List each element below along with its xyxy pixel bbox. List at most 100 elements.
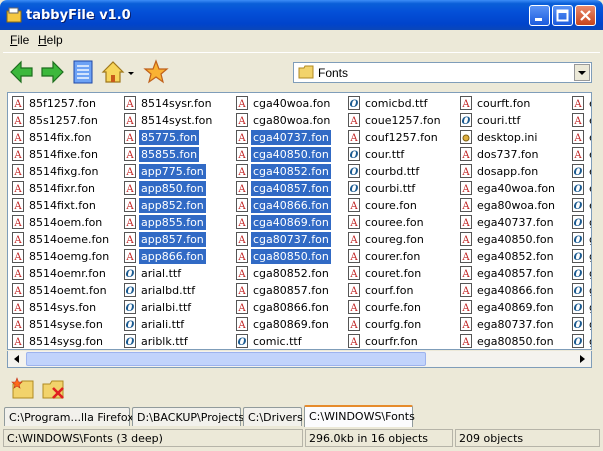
list-item[interactable]: Aega40869.fon — [458, 299, 570, 316]
list-item[interactable]: Aapp852.fon — [122, 197, 234, 214]
list-item[interactable]: A 8514fixg.fon — [10, 163, 122, 180]
list-item[interactable]: Aega40866.fon — [458, 282, 570, 299]
list-item[interactable]: Og — [570, 248, 591, 265]
tab-firefox[interactable]: C:\Program...lla Firefox — [4, 407, 134, 426]
list-item[interactable]: Acourfg.fon — [346, 316, 458, 333]
list-item[interactable]: Og — [570, 282, 591, 299]
list-item[interactable]: Ae — [570, 146, 591, 163]
view-list-icon[interactable] — [70, 59, 96, 85]
list-item[interactable]: Acga40857.fon — [234, 180, 346, 197]
list-item[interactable]: Acouf1257.fon — [346, 129, 458, 146]
menu-help[interactable]: Help — [38, 33, 63, 47]
list-item[interactable]: Acourfe.fon — [346, 299, 458, 316]
list-item[interactable]: Acoureg.fon — [346, 231, 458, 248]
list-item[interactable]: Oariblk.ttf — [122, 333, 234, 349]
delete-folder-icon[interactable] — [41, 376, 67, 402]
path-combo[interactable]: Fonts — [293, 62, 592, 83]
list-item[interactable]: Ados737.fon — [458, 146, 570, 163]
list-item[interactable]: Acourfr.fon — [346, 333, 458, 349]
list-item[interactable]: Acga40737.fon — [234, 129, 346, 146]
list-item[interactable]: Acga80woa.fon — [234, 112, 346, 129]
tab-windows-fonts[interactable]: C:\WINDOWS\Fonts — [304, 405, 415, 427]
list-item[interactable]: Aapp857.fon — [122, 231, 234, 248]
list-item[interactable]: A 8514oem.fon — [10, 214, 122, 231]
list-item[interactable]: Og — [570, 333, 591, 349]
menu-file[interactable]: File — [10, 33, 29, 47]
list-item[interactable]: A 8514fix.fon — [10, 129, 122, 146]
list-item[interactable]: Acga80869.fon — [234, 316, 346, 333]
list-item[interactable]: A 85855.fon — [122, 146, 234, 163]
list-item[interactable]: Oe — [570, 163, 591, 180]
list-item[interactable]: Ocomicbd.ttf — [346, 95, 458, 112]
list-item[interactable]: A 8514oemr.fon — [10, 265, 122, 282]
list-item[interactable]: A 8514sysr.fon — [122, 95, 234, 112]
scroll-right-icon[interactable] — [574, 351, 590, 367]
list-item[interactable]: A 8514sys.fon — [10, 299, 122, 316]
list-item[interactable]: Acga40852.fon — [234, 163, 346, 180]
list-item[interactable]: A 8514fixr.fon — [10, 180, 122, 197]
list-item[interactable]: Acga80852.fon — [234, 265, 346, 282]
list-item[interactable]: Oarial.ttf — [122, 265, 234, 282]
list-item[interactable]: Aega40737.fon — [458, 214, 570, 231]
close-button[interactable] — [575, 5, 596, 26]
list-item[interactable]: Adosapp.fon — [458, 163, 570, 180]
list-item[interactable]: Og — [570, 299, 591, 316]
list-item[interactable]: Acoue1257.fon — [346, 112, 458, 129]
path-dropdown-button[interactable] — [574, 64, 590, 81]
list-item[interactable]: Ocomic.ttf — [234, 333, 346, 349]
list-item[interactable]: Ocourbd.ttf — [346, 163, 458, 180]
list-item[interactable]: Aega40857.fon — [458, 265, 570, 282]
list-item[interactable]: Og — [570, 265, 591, 282]
chevron-down-icon[interactable] — [126, 59, 136, 85]
list-item[interactable]: Acoure.fon — [346, 197, 458, 214]
scroll-left-icon[interactable] — [9, 351, 25, 367]
new-folder-icon[interactable] — [11, 376, 37, 402]
list-item[interactable]: Acga40woa.fon — [234, 95, 346, 112]
list-item[interactable]: Ocour.ttf — [346, 146, 458, 163]
list-item[interactable]: Acga80866.fon — [234, 299, 346, 316]
list-item[interactable]: Ae — [570, 95, 591, 112]
file-list[interactable]: A 85f1257.fon A 85s1257.fon A 8514fix.fon A 851… — [7, 92, 592, 350]
list-item[interactable]: Aega80850.fon — [458, 333, 570, 349]
list-item[interactable]: Acourer.fon — [346, 248, 458, 265]
list-item[interactable]: Acga80857.fon — [234, 282, 346, 299]
list-item[interactable]: Acouree.fon — [346, 214, 458, 231]
scroll-thumb[interactable] — [26, 352, 426, 366]
list-item[interactable]: Aapp775.fon — [122, 163, 234, 180]
list-item[interactable]: Oe — [570, 197, 591, 214]
tab-drivers[interactable]: C:\Drivers — [243, 407, 303, 426]
forward-arrow-icon[interactable] — [39, 59, 65, 85]
horizontal-scrollbar[interactable] — [7, 351, 592, 368]
list-item[interactable]: Oarialbd.ttf — [122, 282, 234, 299]
home-icon[interactable] — [100, 59, 126, 85]
list-item[interactable]: Aega40850.fon — [458, 231, 570, 248]
list-item[interactable]: Og — [570, 316, 591, 333]
list-item[interactable]: Aapp855.fon — [122, 214, 234, 231]
list-item[interactable]: A 85s1257.fon — [10, 112, 122, 129]
list-item[interactable]: Oe — [570, 180, 591, 197]
list-item[interactable]: A 85775.fon — [122, 129, 234, 146]
list-item[interactable]: A 8514fixt.fon — [10, 197, 122, 214]
list-item[interactable]: Acga80737.fon — [234, 231, 346, 248]
back-arrow-icon[interactable] — [9, 59, 35, 85]
list-item[interactable]: Acga40866.fon — [234, 197, 346, 214]
list-item[interactable]: Aega80woa.fon — [458, 197, 570, 214]
list-item[interactable]: A 8514syse.fon — [10, 316, 122, 333]
title-bar[interactable]: tabbyFile v1.0 — [0, 0, 603, 30]
list-item[interactable]: A 8514oeme.fon — [10, 231, 122, 248]
list-item[interactable]: Aega40woa.fon — [458, 180, 570, 197]
list-item[interactable]: Acga40869.fon — [234, 214, 346, 231]
list-item[interactable]: Aega80737.fon — [458, 316, 570, 333]
list-item[interactable]: Ae — [570, 112, 591, 129]
list-item[interactable]: desktop.ini — [458, 129, 570, 146]
list-item[interactable]: A 8514sysg.fon — [10, 333, 122, 349]
list-item[interactable]: A 85f1257.fon — [10, 95, 122, 112]
list-item[interactable]: Aapp850.fon — [122, 180, 234, 197]
list-item[interactable]: Ocourbi.ttf — [346, 180, 458, 197]
list-item[interactable]: Acourf.fon — [346, 282, 458, 299]
list-item[interactable]: Aapp866.fon — [122, 248, 234, 265]
list-item[interactable]: Og — [570, 214, 591, 231]
list-item[interactable]: Ae — [570, 129, 591, 146]
list-item[interactable]: Acourft.fon — [458, 95, 570, 112]
tab-backup-projects[interactable]: D:\BACKUP\Projects — [132, 407, 244, 426]
